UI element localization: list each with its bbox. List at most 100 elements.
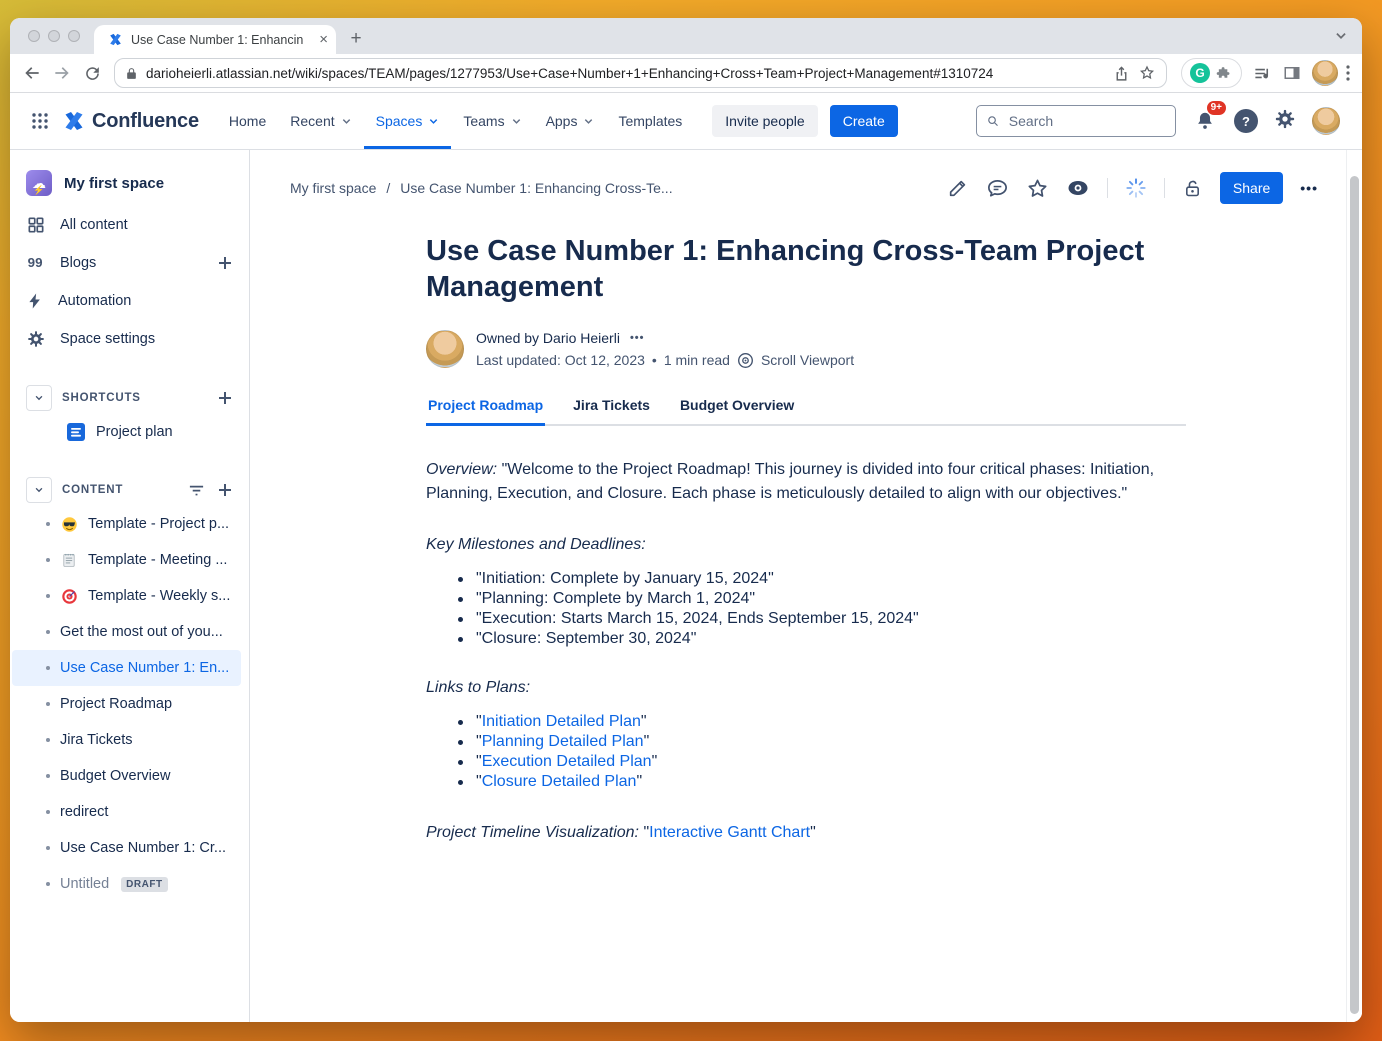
browser-menu-icon[interactable] [1346, 65, 1350, 81]
last-updated-text[interactable]: Last updated: Oct 12, 2023 [476, 352, 645, 368]
chevron-down-icon [512, 118, 520, 124]
side-panel-icon[interactable] [1278, 59, 1306, 87]
owner-more-icon[interactable]: ••• [630, 332, 645, 344]
gantt-chart-link[interactable]: Interactive Gantt Chart [649, 824, 810, 841]
tree-bullet [46, 558, 50, 562]
planning-plan-link[interactable]: Planning Detailed Plan [482, 733, 644, 750]
forward-arrow-icon [55, 67, 69, 79]
content-item-template-project[interactable]: Template - Project p... [12, 506, 241, 542]
bookmark-star-icon[interactable] [1138, 64, 1156, 82]
owner-avatar[interactable] [426, 329, 464, 368]
content-item-use-case-1-selected[interactable]: Use Case Number 1: En... [12, 650, 241, 686]
content-item-jira-tickets[interactable]: Jira Tickets [12, 722, 241, 758]
nav-apps[interactable]: Apps [534, 93, 607, 149]
collapse-shortcuts-button[interactable] [26, 385, 52, 411]
chevron-down-icon [35, 487, 43, 493]
brand-wordmark: Confluence [92, 109, 199, 132]
links-label: Links to Plans: [426, 678, 531, 696]
filter-icon[interactable] [188, 482, 205, 499]
tab-jira-tickets[interactable]: Jira Tickets [571, 397, 652, 426]
sidebar-item-automation[interactable]: Automation [10, 282, 249, 320]
address-bar[interactable]: darioheierli.atlassian.net/wiki/spaces/T… [114, 58, 1167, 88]
nav-recent[interactable]: Recent [278, 93, 363, 149]
tree-bullet [46, 594, 50, 598]
comment-icon[interactable] [986, 177, 1009, 200]
tree-bullet [46, 666, 50, 670]
initiation-plan-link[interactable]: Initiation Detailed Plan [482, 713, 641, 730]
overview-text: "Welcome to the Project Roadmap! This jo… [426, 460, 1155, 502]
confluence-favicon-icon [106, 31, 124, 49]
reload-button[interactable] [78, 59, 106, 87]
new-tab-button[interactable]: + [342, 25, 370, 53]
divider [1106, 178, 1108, 198]
add-blog-icon[interactable] [217, 255, 233, 271]
gear-icon [28, 331, 44, 347]
space-header[interactable]: ☁ ⚡ My first space [10, 166, 249, 206]
owned-by-text[interactable]: Owned by Dario Heierli [476, 330, 620, 346]
timeline-paragraph: Project Timeline Visualization: "Interac… [426, 823, 816, 841]
confluence-logo[interactable]: Confluence [62, 109, 199, 133]
content-item-redirect[interactable]: redirect [12, 794, 241, 830]
app-switcher-icon[interactable] [24, 105, 56, 137]
sidebar-item-all-content[interactable]: All content [10, 206, 249, 244]
browser-scrollbar-thumb[interactable] [1350, 176, 1359, 1014]
nav-templates[interactable]: Templates [606, 93, 694, 149]
search-box[interactable] [976, 105, 1176, 137]
nav-spaces[interactable]: Spaces [363, 93, 452, 149]
tab-search-button[interactable] [1334, 18, 1348, 54]
space-name: My first space [64, 174, 165, 192]
content-item-use-case-1-cr[interactable]: Use Case Number 1: Cr... [12, 830, 241, 866]
content-item-untitled-draft[interactable]: Untitled DRAFT [12, 866, 241, 902]
browser-profile-avatar[interactable] [1312, 60, 1338, 86]
nav-home[interactable]: Home [217, 93, 278, 149]
notifications-bell-icon[interactable]: 9+ [1192, 101, 1226, 134]
sidebar-item-blogs[interactable]: 99 Blogs [10, 244, 249, 282]
target-emoji-icon [60, 587, 78, 605]
tab-project-roadmap[interactable]: Project Roadmap [426, 397, 546, 426]
close-tab-icon[interactable]: × [319, 32, 328, 47]
grammarly-extension-icon[interactable]: G [1190, 63, 1210, 83]
plan-link-item: "Initiation Detailed Plan" [456, 712, 1186, 732]
settings-gear-icon[interactable] [1274, 108, 1296, 135]
forward-button[interactable] [48, 59, 76, 87]
closure-plan-link[interactable]: Closure Detailed Plan [482, 773, 637, 790]
sidebar-item-space-settings[interactable]: Space settings [10, 320, 249, 358]
tab-budget-overview[interactable]: Budget Overview [678, 397, 796, 426]
unlock-icon[interactable] [1182, 178, 1203, 199]
close-window-button[interactable] [28, 30, 40, 42]
extensions-puzzle-icon[interactable] [1216, 65, 1233, 82]
add-shortcut-icon[interactable] [217, 390, 233, 406]
nav-teams[interactable]: Teams [451, 93, 533, 149]
edit-pencil-icon[interactable] [947, 177, 969, 199]
watching-eye-icon[interactable] [1066, 176, 1090, 200]
favorite-star-icon[interactable] [1026, 177, 1049, 200]
content-item-get-the-most[interactable]: Get the most out of you... [12, 614, 241, 650]
content-item-template-meeting[interactable]: Template - Meeting ... [12, 542, 241, 578]
back-button[interactable] [18, 59, 46, 87]
add-content-icon[interactable] [217, 482, 233, 498]
collapse-content-button[interactable] [26, 477, 52, 503]
content-item-budget-overview[interactable]: Budget Overview [12, 758, 241, 794]
page-more-icon[interactable]: ••• [1300, 180, 1318, 196]
svg-text:99: 99 [28, 255, 43, 270]
breadcrumb-space-link[interactable]: My first space [290, 180, 376, 196]
space-avatar-icon: ☁ ⚡ [26, 170, 52, 196]
execution-plan-link[interactable]: Execution Detailed Plan [482, 753, 652, 770]
share-button[interactable]: Share [1219, 172, 1284, 204]
plan-link-item: "Execution Detailed Plan" [456, 752, 1186, 772]
help-icon[interactable]: ? [1234, 109, 1258, 133]
zoom-window-button[interactable] [68, 30, 80, 42]
invite-people-button[interactable]: Invite people [712, 105, 818, 137]
share-page-icon[interactable] [1113, 65, 1130, 82]
shortcut-project-plan[interactable]: Project plan [10, 414, 249, 450]
content-item-project-roadmap[interactable]: Project Roadmap [12, 686, 241, 722]
search-input[interactable] [1006, 112, 1166, 130]
create-button[interactable]: Create [829, 105, 898, 137]
minimize-window-button[interactable] [48, 30, 60, 42]
breadcrumb-page-link[interactable]: Use Case Number 1: Enhancing Cross-Te... [400, 180, 672, 196]
browser-tab[interactable]: Use Case Number 1: Enhancin × [94, 25, 336, 54]
profile-avatar[interactable] [1312, 107, 1340, 135]
content-item-template-weekly[interactable]: Template - Weekly s... [12, 578, 241, 614]
playlist-extension-icon[interactable] [1248, 59, 1276, 87]
scroll-viewport-label[interactable]: Scroll Viewport [761, 352, 854, 368]
